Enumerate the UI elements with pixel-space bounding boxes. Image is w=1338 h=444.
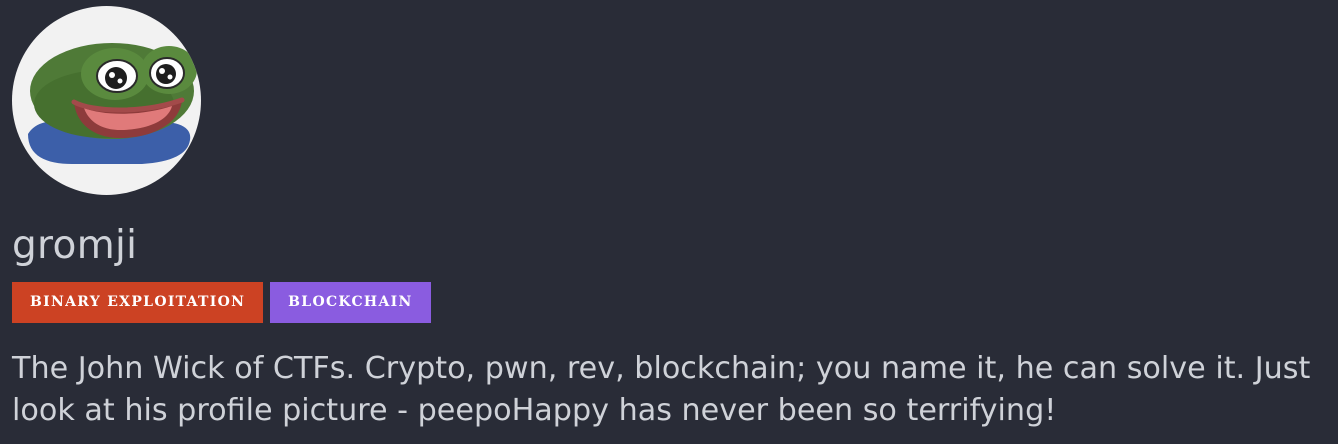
tag-list: BINARY EXPLOITATION BLOCKCHAIN [12, 282, 431, 323]
avatar [12, 6, 201, 195]
tag-binary-exploitation: BINARY EXPLOITATION [12, 282, 264, 323]
tag-blockchain: BLOCKCHAIN [270, 282, 431, 323]
username: gromji [12, 223, 138, 268]
profile-card: gromji BINARY EXPLOITATION BLOCKCHAIN Th… [0, 0, 1338, 444]
peepo-frog-icon [28, 43, 197, 164]
bio-text: The John Wick of CTFs. Crypto, pwn, rev,… [12, 351, 1311, 428]
